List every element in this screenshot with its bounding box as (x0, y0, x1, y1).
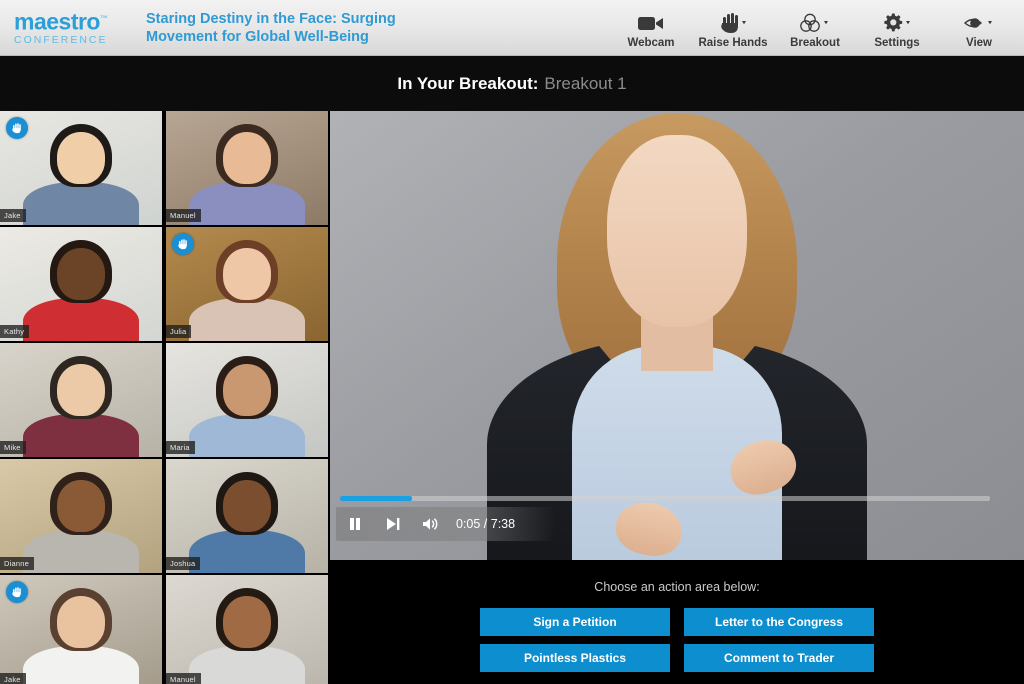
toolbar-settings-label: Settings (874, 37, 920, 49)
eye-icon (963, 10, 995, 36)
participant-tile[interactable]: Manuel (166, 111, 328, 225)
action-button-grid: Sign a Petition Letter to the Congress P… (480, 608, 874, 672)
brand-subtitle: CONFERENCE (14, 33, 108, 46)
participant-tile[interactable]: Julia (166, 227, 328, 341)
video-control-row: 0:05 / 7:38 (336, 507, 556, 541)
participant-face (222, 363, 272, 416)
breakout-name: Breakout 1 (544, 73, 627, 93)
raised-hand-badge[interactable] (6, 581, 28, 603)
toolbar-view-label: View (966, 37, 992, 49)
action-button-pointless-plastics[interactable]: Pointless Plastics (480, 644, 670, 672)
action-button-comment-to-trader[interactable]: Comment to Trader (684, 644, 874, 672)
video-progress-bar[interactable] (340, 496, 990, 501)
gear-icon (881, 10, 913, 36)
participant-tile[interactable]: Kathy (0, 227, 162, 341)
participant-grid: Jake Manuel Kathy Julia Mike Maria Dianne Joshu… (0, 111, 328, 684)
participant-tile[interactable]: Mike (0, 343, 162, 457)
participant-name-label: Manuel (166, 673, 201, 684)
raised-hand-badge[interactable] (6, 117, 28, 139)
video-controls: 0:05 / 7:38 (336, 496, 990, 542)
toolbar-breakout-button[interactable]: Breakout (774, 0, 856, 56)
toolbar-view-button[interactable]: View (938, 0, 1020, 56)
participant-face (222, 247, 272, 300)
participant-name-label: Jake (0, 673, 26, 684)
participant-name-label: Manuel (166, 209, 201, 222)
participant-torso (22, 645, 140, 684)
participant-torso (22, 529, 140, 573)
main-stage: 0:05 / 7:38 Choose an action area below:… (330, 111, 1024, 684)
action-panel-title: Choose an action area below: (594, 580, 760, 594)
participant-face (222, 131, 272, 184)
participant-name-label: Joshua (166, 557, 201, 570)
breakout-label: In Your Breakout: (397, 73, 539, 93)
participant-torso (22, 413, 140, 457)
participant-name-label: Julia (166, 325, 192, 338)
participant-face (56, 595, 106, 648)
participant-torso (22, 297, 140, 341)
participant-tile[interactable]: Joshua (166, 459, 328, 573)
action-button-letter-to-the-congress[interactable]: Letter to the Congress (684, 608, 874, 636)
maestro-conference-app: maestro™ CONFERENCE Staring Destiny in t… (0, 0, 1024, 684)
participant-name-label: Dianne (0, 557, 34, 570)
hand-icon (11, 586, 21, 597)
participant-face (222, 479, 272, 532)
toolbar-raise-hands-label: Raise Hands (698, 37, 768, 49)
participant-torso (188, 529, 306, 573)
participant-torso (188, 181, 306, 225)
conference-title: Staring Destiny in the Face: Surging Mov… (146, 10, 396, 45)
participant-tile[interactable]: Manuel (166, 575, 328, 684)
next-track-button[interactable] (374, 507, 412, 541)
toolbar-settings-button[interactable]: Settings (856, 0, 938, 56)
brand-logo: maestro™ CONFERENCE (0, 8, 130, 47)
participant-face (56, 131, 106, 184)
breakout-status-bar: In Your Breakout: Breakout 1 (0, 56, 1024, 111)
participant-tile[interactable]: Jake (0, 111, 162, 225)
hand-icon (11, 122, 21, 133)
toolbar-raise-hands-button[interactable]: Raise Hands (692, 0, 774, 56)
raised-hand-badge[interactable] (172, 233, 194, 255)
toolbar-webcam-button[interactable]: Webcam (610, 0, 692, 56)
video-camera-icon (636, 10, 666, 36)
video-progress-fill (340, 496, 412, 501)
participant-tile[interactable]: Jake (0, 575, 162, 684)
app-header: maestro™ CONFERENCE Staring Destiny in t… (0, 0, 1024, 56)
participant-torso (22, 181, 140, 225)
participant-name-label: Jake (0, 209, 26, 222)
speaker-video[interactable]: 0:05 / 7:38 (330, 111, 1024, 560)
participant-torso (188, 645, 306, 684)
toolbar-breakout-label: Breakout (790, 37, 840, 49)
hand-icon (177, 238, 187, 249)
participant-torso (188, 413, 306, 457)
hand-icon (718, 10, 748, 36)
volume-icon (423, 518, 438, 530)
trademark-symbol: ™ (99, 14, 108, 24)
header-toolbar: Webcam Raise Hands Breakout Settings Vie… (610, 0, 1020, 56)
volume-button[interactable] (412, 507, 450, 541)
video-time-display: 0:05 / 7:38 (456, 517, 516, 531)
brand-name: maestro™ (14, 8, 108, 35)
venn-circles-icon (799, 10, 831, 36)
toolbar-webcam-label: Webcam (627, 37, 675, 49)
action-button-sign-a-petition[interactable]: Sign a Petition (480, 608, 670, 636)
next-track-icon (387, 518, 400, 530)
participant-face (56, 247, 106, 300)
participant-face (56, 363, 106, 416)
pause-button[interactable] (336, 507, 374, 541)
action-panel: Choose an action area below: Sign a Peti… (330, 560, 1024, 684)
participant-name-label: Mike (0, 441, 26, 454)
speaker-face (607, 135, 747, 327)
participant-face (56, 479, 106, 532)
pause-icon (350, 518, 360, 530)
participant-torso (188, 297, 306, 341)
participant-tile[interactable]: Maria (166, 343, 328, 457)
participant-face (222, 595, 272, 648)
participant-name-label: Kathy (0, 325, 30, 338)
participant-name-label: Maria (166, 441, 195, 454)
participant-tile[interactable]: Dianne (0, 459, 162, 573)
